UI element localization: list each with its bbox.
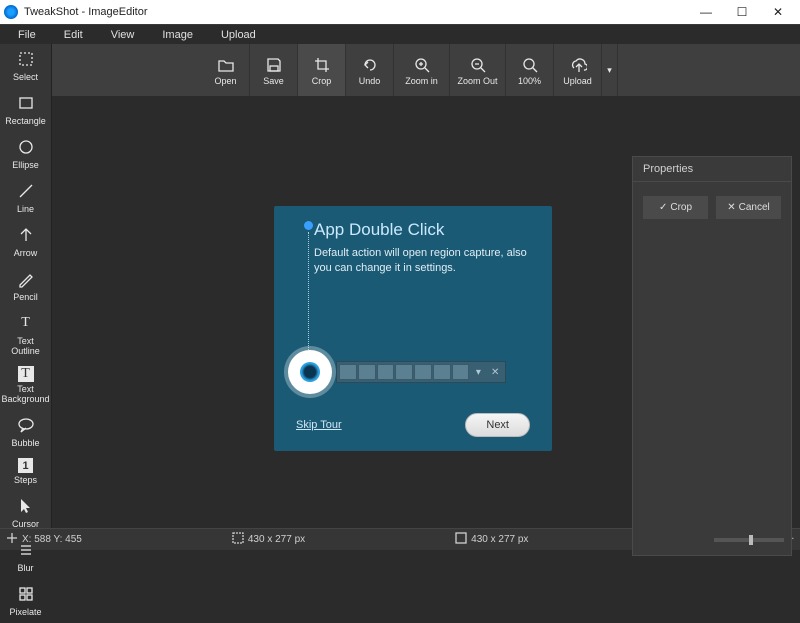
save-button[interactable]: Save [250,44,298,96]
mini-tool-close-icon: ✕ [487,364,503,380]
menu-edit[interactable]: Edit [50,27,97,43]
pixelate-icon [17,585,35,603]
app-logo-icon [4,5,18,19]
zoom-in-button[interactable]: Zoom in [394,44,450,96]
undo-icon [361,56,379,74]
tour-mini-toolbar: ▾ ✕ [336,361,506,383]
tour-highlight-ring-icon [288,350,332,394]
image-dimensions: 430 x 277 px [471,534,528,545]
crosshair-icon [6,532,18,547]
tool-rectangle[interactable]: Rectangle [0,88,51,132]
tool-line[interactable]: Line [0,176,51,220]
tool-arrow[interactable]: Arrow [0,220,51,264]
folder-open-icon [217,56,235,74]
mini-tool-icon [358,364,376,380]
menu-upload[interactable]: Upload [207,27,270,43]
tour-anchor-dot-icon [304,221,313,230]
tour-connector-line [308,232,309,356]
tour-title: App Double Click [314,220,532,240]
tool-cursor[interactable]: Cursor [0,491,51,535]
line-icon [17,182,35,200]
menu-image[interactable]: Image [148,27,207,43]
image-size-icon [455,532,467,547]
mini-tool-icon [339,364,357,380]
text-bg-icon: T [18,366,34,382]
cancel-crop-button[interactable]: ✕Cancel [716,196,781,219]
tool-pixelate[interactable]: Pixelate [0,579,51,623]
crop-button[interactable]: Crop [298,44,346,96]
mini-tool-icon [433,364,451,380]
save-icon [265,56,283,74]
text-outline-icon: T [15,312,37,334]
cursor-icon [17,497,35,515]
main-toolbar: Open Save Crop Undo Zoom in Zoom Out 100… [52,44,800,96]
maximize-button[interactable]: ☐ [724,5,760,19]
tool-text-outline[interactable]: TText Outline [0,308,51,362]
arrow-icon [17,226,35,244]
bubble-icon [17,416,35,434]
x-icon: ✕ [727,202,735,213]
menu-file[interactable]: File [4,27,50,43]
magnifier-icon [521,56,539,74]
apply-crop-button[interactable]: ✓Crop [643,196,708,219]
upload-dropdown-caret[interactable]: ▾ [602,44,618,96]
mini-tool-icon [395,364,413,380]
undo-button[interactable]: Undo [346,44,394,96]
mini-tool-dropdown-icon: ▾ [470,364,486,380]
zoom-slider[interactable] [714,538,784,542]
cloud-upload-icon [569,56,587,74]
tour-body: Default action will open region capture,… [314,246,532,277]
zoom-100-button[interactable]: 100% [506,44,554,96]
selection-dimensions: 430 x 277 px [248,534,305,545]
check-icon: ✓ [659,202,667,213]
zoom-out-icon [469,56,487,74]
tool-bubble[interactable]: Bubble [0,410,51,454]
tool-select[interactable]: Select [0,44,51,88]
pencil-icon [17,270,35,288]
tool-sidebar: Select Rectangle Ellipse Line Arrow Penc… [0,44,52,528]
tool-ellipse[interactable]: Ellipse [0,132,51,176]
tool-pencil[interactable]: Pencil [0,264,51,308]
tool-text-background[interactable]: TText Background [0,362,51,410]
mini-tool-icon [414,364,432,380]
menu-view[interactable]: View [97,27,149,43]
selection-size-icon [232,532,244,547]
zoom-in-icon [413,56,431,74]
upload-button[interactable]: Upload [554,44,602,96]
skip-tour-link[interactable]: Skip Tour [296,419,342,431]
mini-tool-icon [377,364,395,380]
titlebar: TweakShot - ImageEditor — ☐ ✕ [0,0,800,24]
properties-panel: Properties ✓Crop ✕Cancel [632,156,792,556]
cursor-coords: X: 588 Y: 455 [22,534,82,545]
window-title: TweakShot - ImageEditor [24,6,688,18]
tour-popup: App Double Click Default action will ope… [274,206,552,451]
ellipse-icon [17,138,35,156]
open-button[interactable]: Open [202,44,250,96]
canvas-area[interactable]: Properties ✓Crop ✕Cancel App Double Clic… [52,96,800,528]
tool-steps[interactable]: 1Steps [0,454,51,491]
steps-icon: 1 [18,458,33,473]
select-icon [17,50,35,68]
zoom-out-button[interactable]: Zoom Out [450,44,506,96]
close-button[interactable]: ✕ [760,5,796,19]
crop-icon [313,56,331,74]
minimize-button[interactable]: — [688,5,724,19]
rectangle-icon [17,94,35,112]
menubar: File Edit View Image Upload [0,24,800,44]
next-tour-button[interactable]: Next [465,413,530,437]
properties-title: Properties [633,157,791,182]
mini-tool-icon [452,364,470,380]
